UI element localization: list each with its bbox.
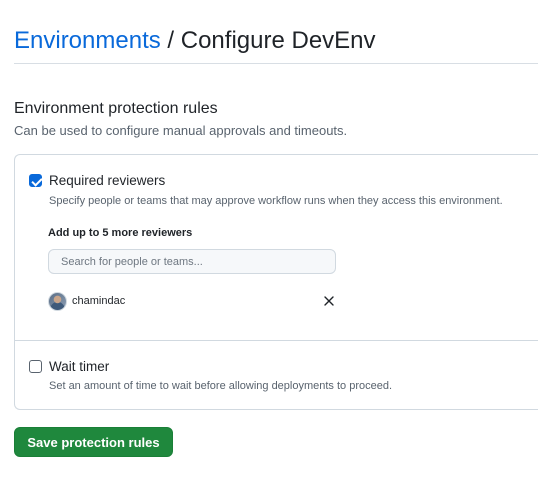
wait-timer-checkbox[interactable] xyxy=(29,360,42,373)
section-title: Environment protection rules xyxy=(14,100,218,117)
section-description: Can be used to configure manual approval… xyxy=(14,123,348,138)
page: Environments / Configure DevEnv Environm… xyxy=(0,0,538,479)
page-title: Environments / Configure DevEnv xyxy=(14,26,376,56)
reviewer-item: chamindac xyxy=(48,292,338,312)
reviewer-name: chamindac xyxy=(72,295,126,307)
rule-divider xyxy=(14,340,538,341)
reviewer-search-input[interactable] xyxy=(48,249,336,274)
add-reviewers-label: Add up to 5 more reviewers xyxy=(48,227,193,239)
required-reviewers-checkbox[interactable] xyxy=(29,174,42,187)
required-reviewers-description: Specify people or teams that may approve… xyxy=(49,195,503,207)
avatar xyxy=(48,292,67,311)
wait-timer-description: Set an amount of time to wait before all… xyxy=(49,380,393,392)
x-icon xyxy=(324,296,334,306)
wait-timer-label[interactable]: Wait timer xyxy=(49,359,109,375)
required-reviewers-label[interactable]: Required reviewers xyxy=(49,173,165,189)
remove-reviewer-button[interactable] xyxy=(321,293,337,309)
breadcrumb-current: Configure DevEnv xyxy=(180,27,376,54)
breadcrumb-environments-link[interactable]: Environments xyxy=(14,27,161,54)
save-protection-rules-button[interactable]: Save protection rules xyxy=(14,427,173,457)
breadcrumb-separator: / xyxy=(160,27,181,54)
header-divider xyxy=(14,63,538,64)
